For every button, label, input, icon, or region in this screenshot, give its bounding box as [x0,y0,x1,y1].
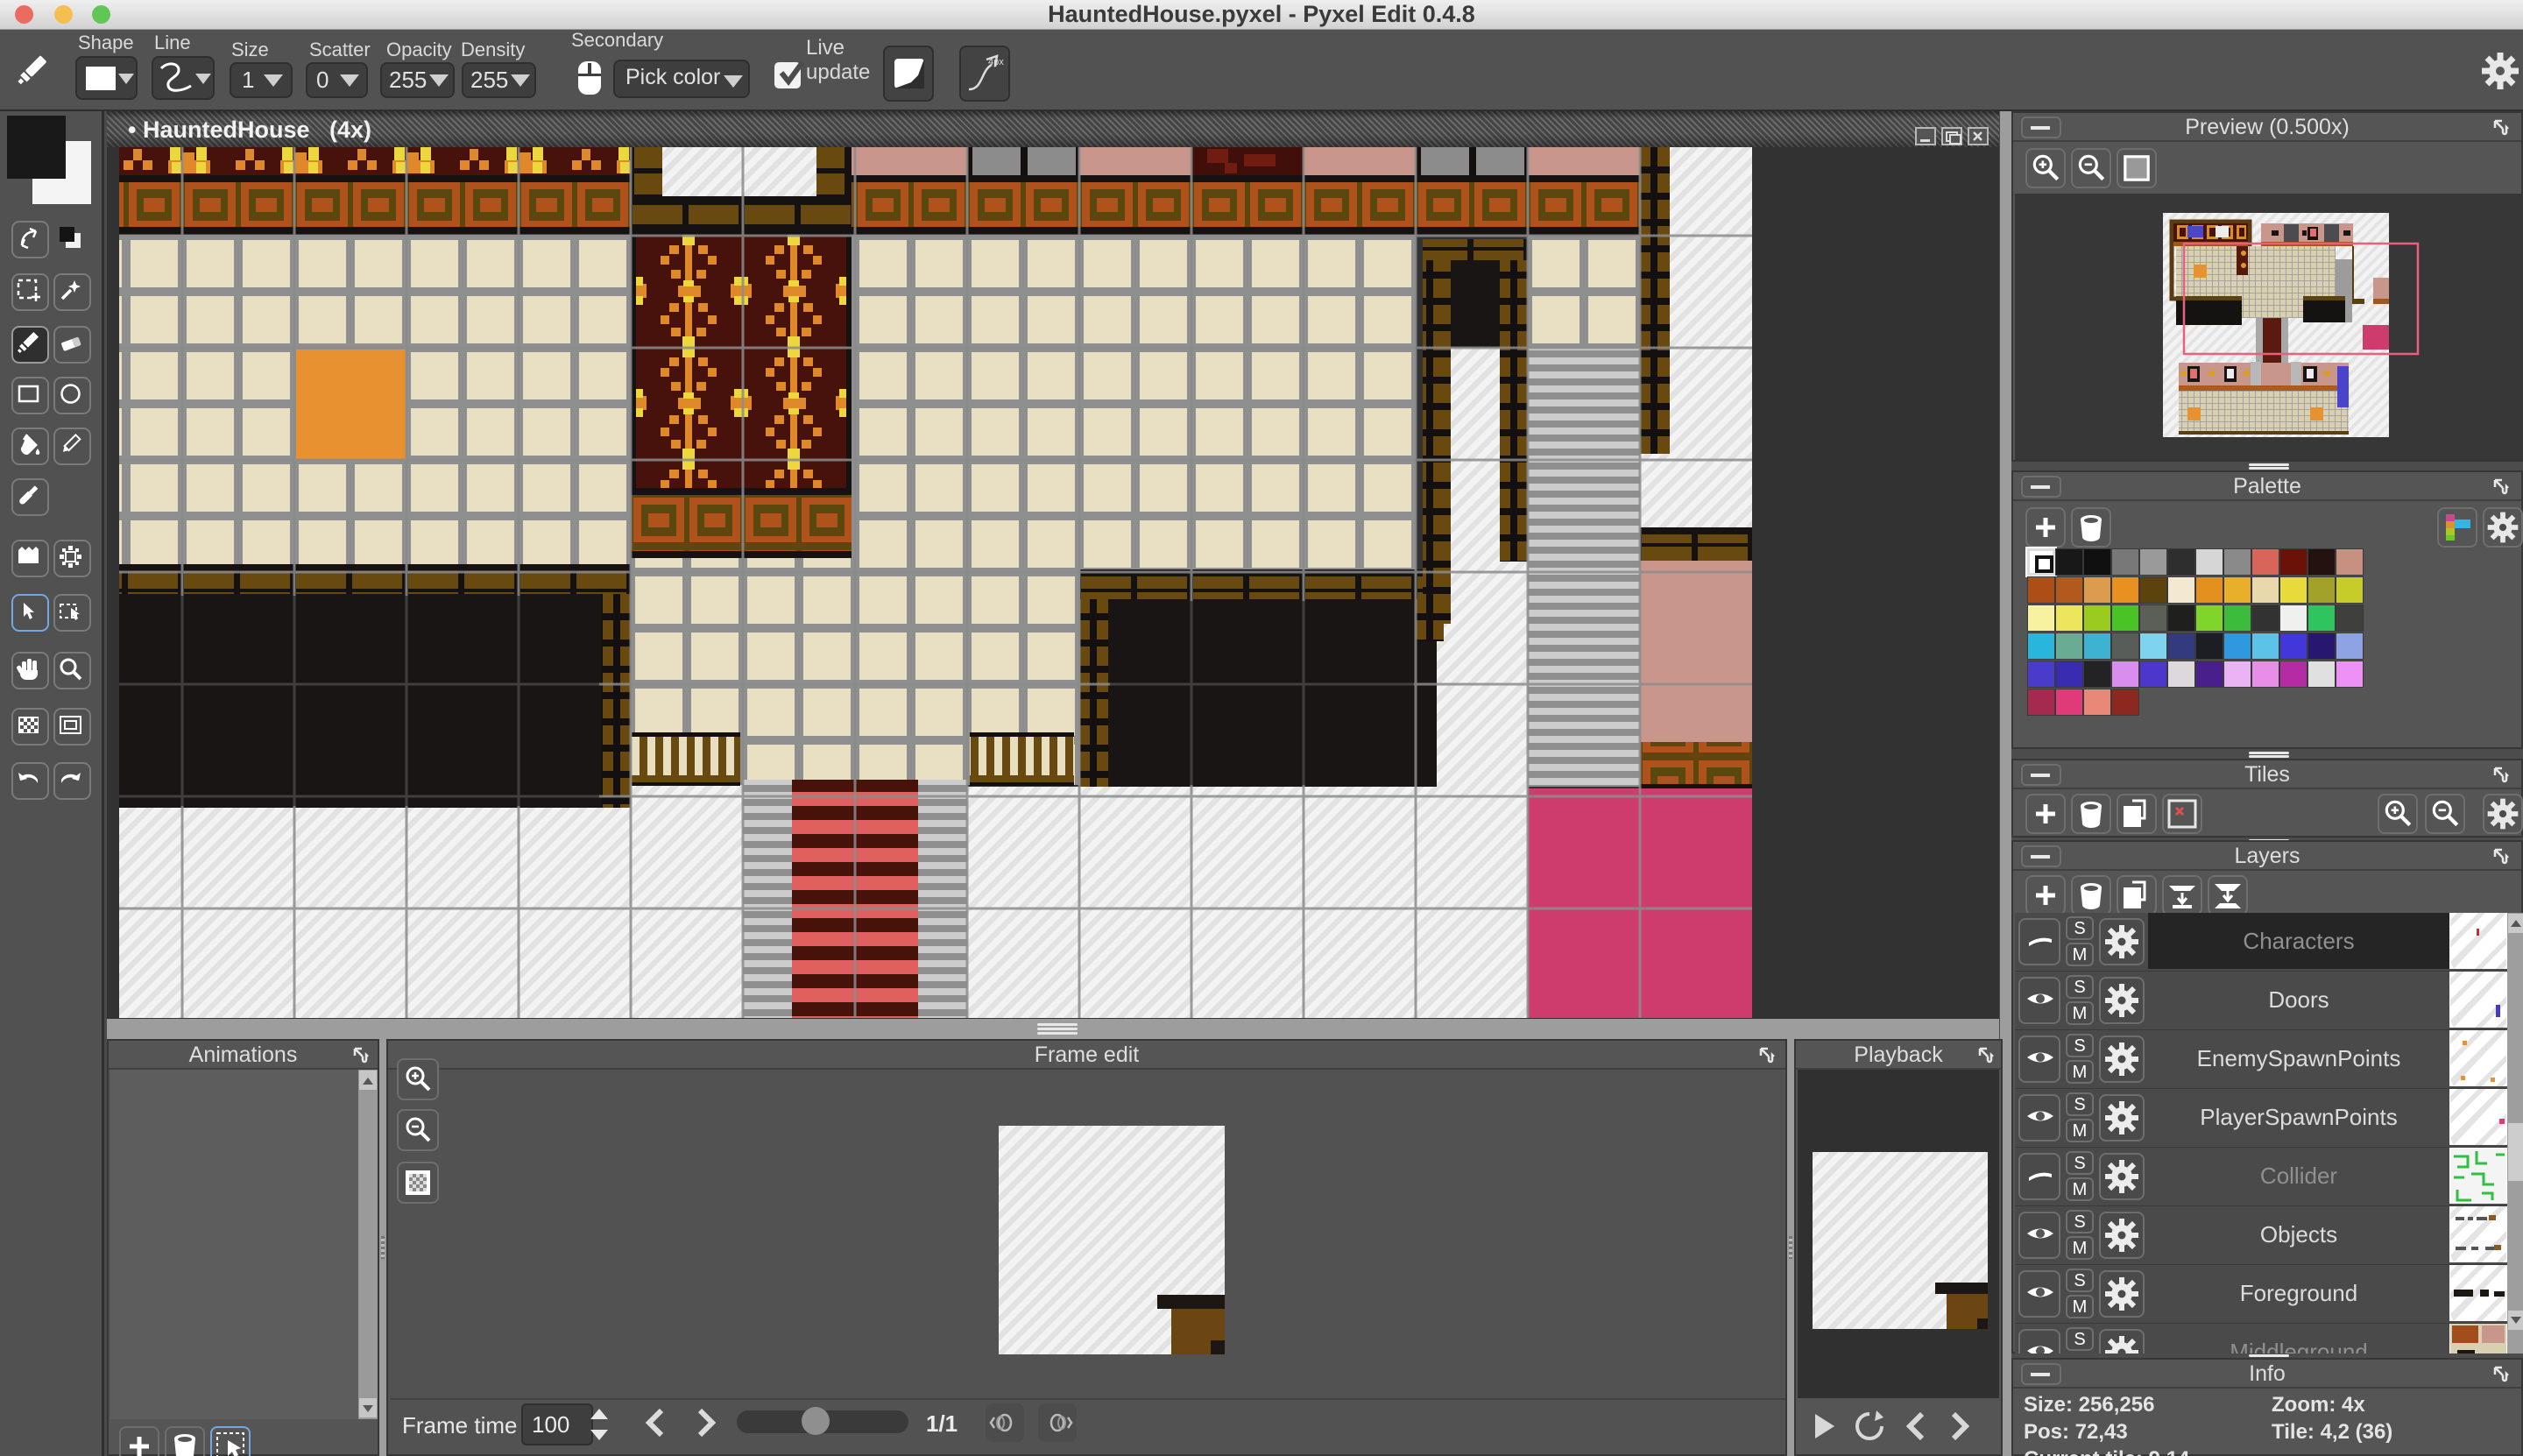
svg-text:4px: 4px [988,57,1004,67]
